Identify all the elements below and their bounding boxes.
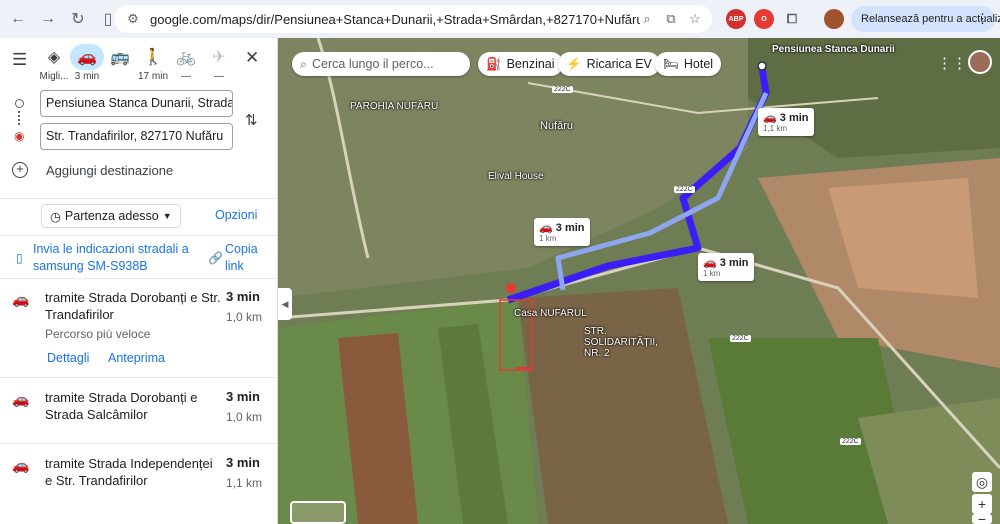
chip-hotel[interactable]: 🛏 Hotel <box>655 52 722 76</box>
destination-pin-icon: ◉ <box>14 129 25 143</box>
link-icon: 🔗 <box>208 251 223 265</box>
search-along-route-input[interactable]: ⌕ Cerca lungo il perco... <box>292 52 470 76</box>
plane-icon: ✈ <box>212 49 226 66</box>
ev-charging-icon: ⚡ <box>566 56 582 71</box>
opera-icon[interactable]: O <box>754 9 774 29</box>
phone-icon: ▯ <box>16 251 23 265</box>
url-text[interactable]: google.com/maps/dir/Pensiunea+Stanca+Dun… <box>150 12 640 27</box>
gas-pump-icon: ⛽ <box>486 56 502 71</box>
bookmark-star-icon[interactable]: ☆ <box>686 10 704 28</box>
zoom-out-button[interactable]: − <box>972 511 992 524</box>
profile-avatar[interactable] <box>824 9 844 29</box>
site-info-icon[interactable]: ⚙ <box>124 10 142 28</box>
zoom-icon[interactable]: ⌕ <box>638 10 656 28</box>
chip-gas-stations[interactable]: ⛽ Benzinai <box>478 52 563 76</box>
map-canvas[interactable]: ⌕ Cerca lungo il perco... ⛽ Benzinai ⚡ R… <box>278 38 1000 524</box>
mode-best[interactable]: ◈ Migli... <box>37 44 71 82</box>
options-link[interactable]: Opzioni <box>215 208 257 222</box>
diamond-route-icon: ◈ <box>47 49 61 66</box>
forward-icon[interactable]: → <box>36 7 60 31</box>
route-option-1[interactable]: 🚗 tramite Strada Dorobanți e Str. Tranda… <box>0 289 277 373</box>
back-icon[interactable]: ← <box>6 7 30 31</box>
eta-callout-3[interactable]: 🚗 3 min 1 km <box>698 253 754 281</box>
car-icon: 🚗 <box>12 391 30 407</box>
label-elival[interactable]: Elival House <box>488 171 544 182</box>
origin-input[interactable]: Pensiunea Stanca Dunarii, Strada <box>40 90 233 117</box>
travel-modes: ◈ Migli... 🚗 3 min 🚌 🚶 17 min 🚲 — ✈ — <box>0 44 278 88</box>
route-option-3[interactable]: 🚗 tramite Strada Independenței e Str. Tr… <box>0 455 277 515</box>
reload-icon[interactable]: ↻ <box>66 7 90 31</box>
road-badge: 222C <box>552 86 573 93</box>
label-solidaritatii[interactable]: STR. SOLIDARITĂȚII, NR. 2 <box>584 326 674 359</box>
route-dots-icon <box>18 111 21 125</box>
address-bar[interactable]: ⚙ google.com/maps/dir/Pensiunea+Stanca+D… <box>114 5 712 33</box>
car-icon: 🚗 <box>539 222 553 234</box>
divider <box>0 377 277 378</box>
depart-dropdown[interactable]: ◷ Partenza adesso ▼ <box>41 204 181 228</box>
divider <box>0 278 277 279</box>
chip-ev-charging[interactable]: ⚡ Ricarica EV <box>558 52 660 76</box>
swap-icon[interactable]: ⇅ <box>245 111 258 129</box>
bus-icon: 🚌 <box>110 49 130 66</box>
bike-icon: 🚲 <box>176 49 196 66</box>
layers-thumbnail[interactable] <box>290 501 346 524</box>
mode-transit[interactable]: 🚌 <box>103 44 137 71</box>
divider <box>0 198 277 199</box>
label-casa[interactable]: Casa NUFARUL <box>514 308 587 319</box>
extensions-icon[interactable]: ⧠ <box>782 9 802 29</box>
adblock-icon[interactable]: ABP <box>726 9 746 29</box>
walk-icon: 🚶 <box>143 49 163 66</box>
my-location-icon[interactable]: ◎ <box>972 472 992 492</box>
details-link[interactable]: Dettagli <box>47 351 89 365</box>
car-icon: 🚗 <box>12 291 30 307</box>
road-badge: 222C <box>674 186 695 193</box>
eta-callout-2[interactable]: 🚗 3 min 1 km <box>534 218 590 246</box>
add-destination-button[interactable]: + Aggiungi destinazione <box>12 162 173 178</box>
road-badge: 222C <box>840 438 861 445</box>
plus-icon: + <box>12 162 28 178</box>
origin-dot-icon <box>15 99 24 108</box>
divider <box>0 443 277 444</box>
mode-flight[interactable]: ✈ — <box>202 44 236 82</box>
car-icon: 🚗 <box>703 257 717 269</box>
account-avatar[interactable] <box>968 50 992 74</box>
search-icon: ⌕ <box>300 56 308 71</box>
apps-grid-icon[interactable]: ⋮⋮ <box>937 54 967 72</box>
clock-icon: ◷ <box>50 209 61 224</box>
label-nufaru: Nufăru <box>540 120 574 132</box>
caret-down-icon: ▼ <box>162 211 172 221</box>
destination-marker <box>506 283 516 293</box>
relaunch-update-button[interactable]: Relansează pentru a actualiza ⋮ <box>851 6 1000 32</box>
send-to-phone-row: ▯ Invia le indicazioni stradali a samsun… <box>14 241 274 275</box>
road-badge: 222C <box>730 335 751 342</box>
divider <box>0 235 277 236</box>
label-parohia[interactable]: PAROHIA NUFĂRU <box>350 101 438 112</box>
mode-walk[interactable]: 🚶 17 min <box>136 44 170 82</box>
install-icon[interactable]: ⧉ <box>662 10 680 28</box>
collapse-panel-button[interactable]: ◀ <box>278 288 292 320</box>
eta-callout-1[interactable]: 🚗 3 min 1,1 km <box>758 108 814 136</box>
copy-link[interactable]: Copia link <box>225 241 274 275</box>
more-menu-icon[interactable]: ⋮ <box>976 11 989 27</box>
label-pensiunea[interactable]: Pensiunea Stanca Dunarii <box>772 44 895 55</box>
browser-toolbar: ← → ↻ ▯ ⚙ google.com/maps/dir/Pensiunea+… <box>0 0 1000 38</box>
mode-car[interactable]: 🚗 3 min <box>70 44 104 82</box>
car-icon: 🚗 <box>70 44 104 70</box>
car-icon: 🚗 <box>12 457 30 473</box>
send-to-phone-link[interactable]: Invia le indicazioni stradali a samsung … <box>33 241 203 275</box>
mode-bike[interactable]: 🚲 — <box>169 44 203 82</box>
car-icon: 🚗 <box>763 112 777 124</box>
bed-icon: 🛏 <box>663 56 679 71</box>
directions-panel: ☰ ◈ Migli... 🚗 3 min 🚌 🚶 17 min 🚲 — ✈ — … <box>0 38 278 524</box>
close-icon[interactable]: ✕ <box>245 48 259 68</box>
destination-input[interactable]: Str. Trandafirilor, 827170 Nufăru <box>40 123 233 150</box>
preview-link[interactable]: Anteprima <box>108 351 165 365</box>
route-option-2[interactable]: 🚗 tramite Strada Dorobanți e Strada Salc… <box>0 389 277 444</box>
origin-marker <box>757 61 767 71</box>
